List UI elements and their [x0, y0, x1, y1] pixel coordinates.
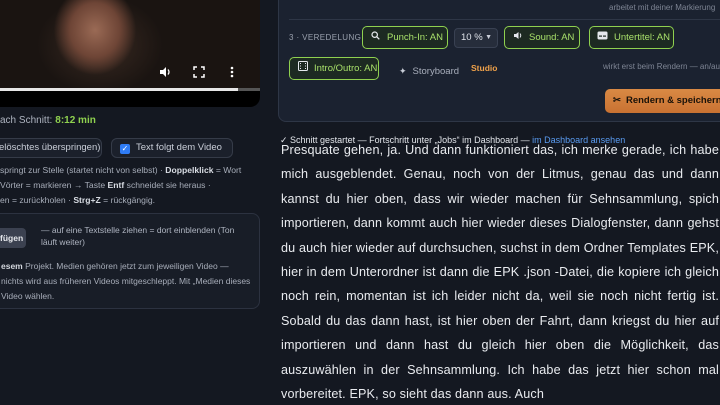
video-progress-bar[interactable] — [0, 88, 260, 91]
step-label: 3 · VEREDELUNG — [289, 33, 362, 42]
follow-video-label: Text folgt dem Video — [136, 142, 222, 153]
studio-badge: Studio — [471, 63, 498, 73]
follow-video-toggle[interactable]: ✓ Text folgt dem Video — [111, 138, 233, 158]
selection-note: arbeitet mit deiner Markierung — [609, 3, 716, 12]
skip-deleted-label: elöschtes überspringen) — [0, 142, 101, 153]
checkbox-checked-icon[interactable]: ✓ — [120, 144, 130, 154]
insert-media-button[interactable]: fügen — [0, 228, 26, 248]
more-options-icon[interactable] — [224, 64, 240, 80]
zoom-select[interactable]: 10 % ▼ — [454, 28, 498, 48]
transcript-text[interactable]: Presquate gehen, ja. Und dann funktionie… — [281, 144, 719, 405]
project-media-info: esem Projekt. Medien gehören jetzt zum j… — [1, 261, 251, 301]
scissors-icon: ✂ — [613, 95, 621, 106]
render-save-button[interactable]: ✂ Rendern & speichern — [605, 89, 720, 113]
speaker-icon — [512, 27, 523, 48]
help-text: springt zur Stelle (startet nicht von se… — [0, 165, 242, 205]
transcript-editor[interactable]: Presquate gehen, ja. Und dann funktionie… — [281, 144, 719, 405]
film-icon — [297, 58, 308, 79]
media-insert-card: fügen — auf eine Textstelle ziehen = dor… — [0, 213, 260, 309]
storyboard-button[interactable]: ✦ Storyboard — [391, 61, 459, 81]
cut-duration: ach Schnitt: 8:12 min — [0, 115, 96, 126]
intro-outro-toggle[interactable]: Intro/Outro: AN — [289, 57, 379, 80]
sound-toggle[interactable]: Sound: AN — [504, 26, 580, 49]
insert-hint: — auf eine Textstelle ziehen = dort einb… — [41, 225, 235, 247]
chevron-down-icon: ▼ — [485, 34, 492, 41]
render-note: wirkt erst beim Rendern — an/aus — [603, 62, 720, 71]
cut-duration-value: 8:12 min — [55, 115, 96, 126]
cut-duration-label: ach Schnitt: — [0, 115, 53, 126]
refinement-panel: arbeitet mit deiner Markierung 3 · VERED… — [278, 0, 720, 122]
fullscreen-icon[interactable] — [191, 64, 207, 80]
video-frame[interactable] — [0, 0, 260, 90]
search-icon — [370, 27, 381, 48]
volume-icon[interactable] — [157, 64, 173, 80]
subtitle-toggle[interactable]: Untertitel: AN — [589, 26, 674, 49]
video-player[interactable] — [0, 0, 260, 107]
sparkle-icon: ✦ — [399, 66, 407, 76]
punch-in-toggle[interactable]: Punch-In: AN — [362, 26, 448, 49]
divider — [289, 19, 720, 20]
subtitles-icon — [597, 27, 608, 48]
video-progress-fill — [0, 88, 239, 91]
skip-deleted-toggle[interactable]: elöschtes überspringen) — [0, 138, 102, 158]
